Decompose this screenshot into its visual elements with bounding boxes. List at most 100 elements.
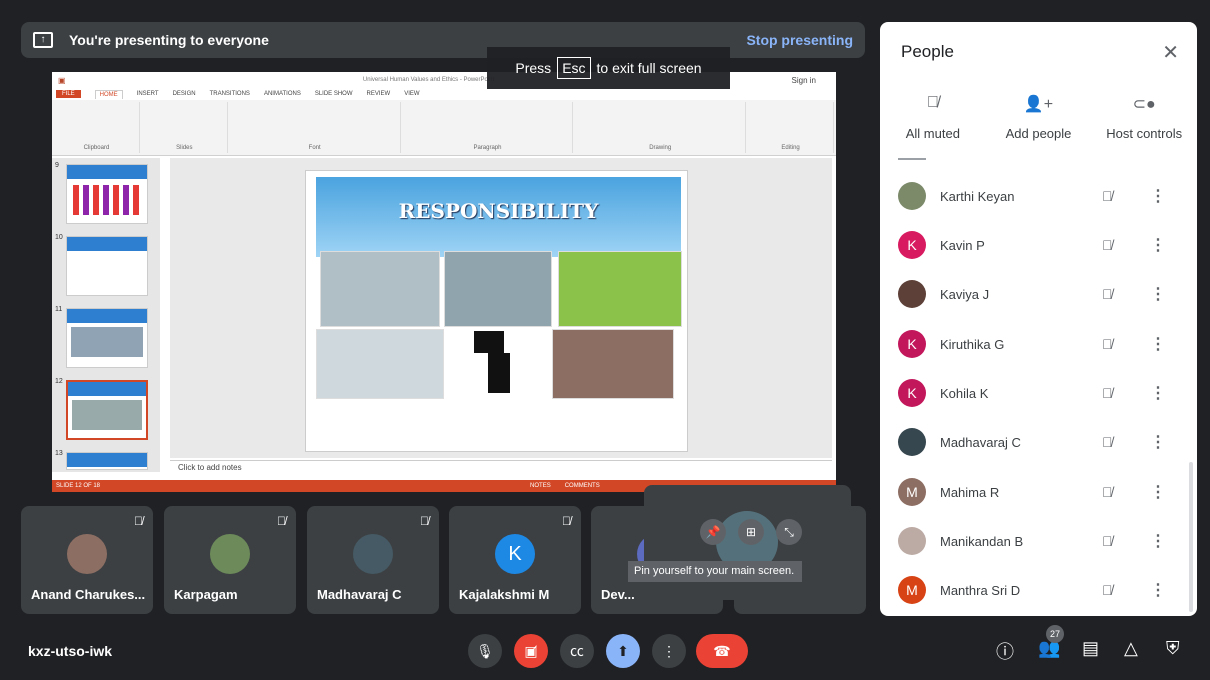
ppt-group-clipboard: Clipboard — [54, 102, 140, 153]
avatar — [898, 428, 926, 456]
captions-icon: ㏄ — [570, 643, 584, 659]
avatar — [353, 534, 393, 574]
ppt-status-comments: COMMENTS — [564, 483, 600, 489]
chat-icon[interactable]: ▤ — [1082, 638, 1099, 659]
ppt-tab-animations: ANIMATIONS — [263, 91, 301, 97]
close-icon[interactable]: ✕ — [1162, 40, 1179, 65]
more-options-icon[interactable]: ⋮ — [1150, 383, 1166, 403]
present-icon: ↑ — [33, 32, 53, 48]
participant-tile[interactable]: 🎙̸ Madhavaraj C — [307, 506, 439, 614]
thumb-number: 10 — [55, 234, 63, 241]
ppt-tab-insert: INSERT — [136, 91, 159, 97]
pin-button[interactable]: 📌 — [700, 519, 726, 545]
slide-thumbnail — [66, 164, 148, 224]
more-options-icon[interactable]: ⋮ — [1150, 334, 1166, 354]
esc-hint-press: Press — [515, 60, 552, 76]
ppt-ribbon: Clipboard Slides Font Paragraph Drawing … — [52, 100, 836, 156]
participant-tile[interactable]: 🎙̸ K Kajalakshmi M — [449, 506, 581, 614]
people-list-item[interactable]: Kaviya J 🎙̸ ⋮ — [880, 274, 1190, 314]
activities-icon[interactable]: △ — [1124, 638, 1138, 659]
people-list-item[interactable]: K Kavin P 🎙̸ ⋮ — [880, 225, 1190, 265]
mic-off-icon: 🎙̸ — [1102, 385, 1113, 401]
ppt-logo-icon: ▣ — [58, 75, 66, 85]
ppt-slide-thumbnails: 9 10 11 12 13 — [52, 158, 160, 472]
slide-image-carrying-box — [464, 329, 534, 405]
avatar — [898, 527, 926, 555]
more-options-icon[interactable]: ⋮ — [1150, 284, 1166, 304]
ppt-tab-view: VIEW — [404, 91, 420, 97]
ppt-status-notes: NOTES — [530, 483, 551, 489]
ppt-group-slides: Slides — [142, 102, 228, 153]
presenting-text: You're presenting to everyone — [69, 32, 269, 48]
more-options-icon[interactable]: ⋮ — [1150, 432, 1166, 452]
all-muted-button[interactable]: 🎙̸ All muted — [880, 94, 986, 141]
avatar: K — [495, 534, 535, 574]
toggle-icon: ⊂● — [1132, 96, 1156, 113]
stop-presenting-button[interactable]: Stop presenting — [746, 32, 853, 48]
people-list-item[interactable]: M Manthra Sri D 🎙̸ ⋮ — [880, 570, 1190, 610]
present-button[interactable]: ⬆ — [606, 634, 640, 668]
more-options-button[interactable]: ⋮ — [652, 634, 686, 668]
mic-off-icon: 🎙̸ — [1102, 237, 1113, 253]
camera-button[interactable]: ▣̸ — [514, 634, 548, 668]
more-options-icon[interactable]: ⋮ — [1150, 531, 1166, 551]
panel-title: People — [901, 42, 954, 61]
ppt-notes-pane: Click to add notes — [170, 460, 832, 474]
slide-image-cant-do-it — [444, 251, 552, 327]
slide-thumbnail — [66, 236, 148, 296]
action-label: Host controls — [1106, 126, 1183, 141]
add-people-button[interactable]: 👤+ Add people — [986, 94, 1092, 141]
people-list-item[interactable]: Madhavaraj C 🎙̸ ⋮ — [880, 422, 1190, 462]
slide-thumbnail — [66, 308, 148, 368]
ppt-tab-transitions: TRANSITIONS — [209, 91, 250, 97]
people-list-item[interactable]: M Mahima R 🎙̸ ⋮ — [880, 472, 1190, 512]
captions-button[interactable]: ㏄ — [560, 634, 594, 668]
microphone-button[interactable]: 🎙 — [468, 634, 502, 668]
thumb-number: 12 — [55, 378, 63, 385]
person-name: Mahima R — [940, 484, 1000, 500]
people-list-item[interactable]: Karthi Keyan 🎙̸ ⋮ — [880, 176, 1190, 216]
camera-off-icon: ▣̸ — [524, 642, 538, 659]
more-options-icon[interactable]: ⋮ — [1150, 186, 1166, 206]
presenting-banner: ↑ You're presenting to everyone Stop pre… — [21, 22, 865, 58]
people-count-badge: 27 — [1046, 625, 1064, 643]
participant-tile[interactable]: 🎙̸ Anand Charukes... — [21, 506, 153, 614]
host-shield-icon[interactable]: ⛨ — [1166, 638, 1180, 659]
participant-tile[interactable]: 🎙̸ Karpagam — [164, 506, 296, 614]
thumb-number: 11 — [55, 306, 63, 313]
grid-button[interactable]: ⊞ — [738, 519, 764, 545]
bottom-bar: kxz-utso-iwk 🎙 ▣̸ ㏄ ⬆ ⋮ ☎ ⓘ 👥 27 ▤ △ ⛨ — [0, 620, 1210, 680]
minimize-button[interactable]: ⤡ — [776, 519, 802, 545]
avatar — [67, 534, 107, 574]
info-icon[interactable]: ⓘ — [996, 638, 1014, 664]
ppt-title: Universal Human Values and Ethics - Powe… — [362, 77, 495, 83]
exit-fullscreen-hint: Press Esc to exit full screen — [487, 47, 730, 89]
more-options-icon[interactable]: ⋮ — [1150, 482, 1166, 502]
thumb-number: 9 — [55, 162, 59, 169]
participant-name: Kajalakshmi M — [459, 587, 550, 602]
more-options-icon[interactable]: ⋮ — [1150, 235, 1166, 255]
mic-off-icon: 🎙̸ — [420, 514, 429, 528]
action-label: All muted — [905, 126, 960, 141]
pin-tooltip: Pin yourself to your main screen. — [628, 561, 802, 582]
people-list-item[interactable]: Manikandan B 🎙̸ ⋮ — [880, 521, 1190, 561]
people-list-item[interactable]: K Kiruthika G 🎙̸ ⋮ — [880, 324, 1190, 364]
mic-off-icon: 🎙̸ — [926, 94, 939, 111]
person-name: Kaviya J — [940, 286, 990, 302]
person-name: Kavin P — [940, 237, 985, 253]
slide-title: RESPONSIBILITY — [398, 199, 599, 223]
avatar — [210, 534, 250, 574]
esc-key: Esc — [557, 57, 591, 79]
person-name: Manthra Sri D — [940, 582, 1021, 598]
person-name: Manikandan B — [940, 533, 1024, 549]
ppt-tab-home: HOME — [94, 89, 123, 99]
ppt-tab-file: FILE — [56, 90, 81, 98]
mic-off-icon: 🎙̸ — [1102, 484, 1113, 500]
people-list-item[interactable]: K Kohila K 🎙̸ ⋮ — [880, 373, 1190, 413]
participant-name: Madhavaraj C — [317, 587, 402, 602]
leave-call-button[interactable]: ☎ — [696, 634, 748, 668]
more-options-icon[interactable]: ⋮ — [1150, 580, 1166, 600]
people-scrollbar[interactable] — [1189, 462, 1193, 612]
mic-off-icon: 🎙̸ — [562, 514, 571, 528]
host-controls-button[interactable]: ⊂● Host controls — [1091, 94, 1197, 141]
